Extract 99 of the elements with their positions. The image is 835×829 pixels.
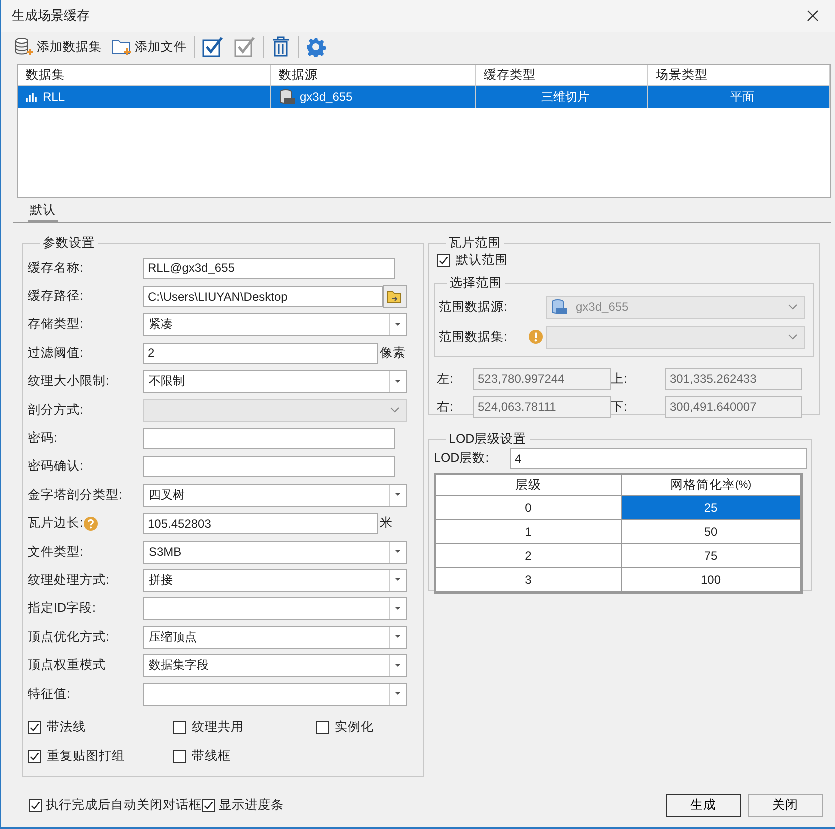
browse-button[interactable] — [383, 285, 407, 308]
window-title: 生成场景缓存 — [12, 7, 90, 25]
field-label: 密码确认: — [28, 458, 84, 476]
dropdown-arrow-icon — [395, 578, 401, 582]
dropdown-arrow-icon — [395, 493, 401, 498]
dropdown-arrow-icon — [395, 550, 401, 554]
checkbox-label: 执行完成后自动关闭对话框 — [46, 797, 202, 814]
field-label: 剖分方式: — [28, 402, 84, 419]
table-cell: 2 — [436, 544, 622, 567]
datasource-icon — [279, 89, 295, 105]
dropdown[interactable]: 不限制 — [143, 370, 407, 394]
field-label: 纹理大小限制: — [28, 373, 110, 390]
dialog-button[interactable]: 生成 — [666, 794, 741, 817]
trash-icon[interactable] — [271, 36, 291, 58]
unit-label: 像素 — [379, 344, 407, 362]
chevron-icon — [788, 304, 798, 310]
field-label: 下: — [611, 398, 628, 416]
table-cell[interactable]: 75 — [622, 544, 801, 567]
dataset-row[interactable]: RLL gx3d_655 三维切片 平面 — [18, 86, 830, 108]
checkbox[interactable] — [202, 799, 215, 812]
dropdown-arrow-icon — [395, 692, 401, 696]
field-label: 指定ID字段: — [28, 600, 96, 618]
field-label: 密码: — [28, 430, 58, 448]
lod-count-field[interactable]: 4 — [510, 448, 807, 469]
dropdown[interactable]: 拼接 — [143, 568, 407, 592]
checkbox-label: 带法线 — [47, 719, 86, 736]
chevron-icon — [788, 334, 798, 340]
dropdown[interactable]: 压缩顶点 — [143, 626, 407, 649]
checkbox[interactable] — [28, 750, 41, 764]
checkbox-label: 默认范围 — [456, 252, 508, 269]
dropdown[interactable]: 紧凑 — [143, 313, 407, 336]
dropdown-arrow-icon — [395, 380, 401, 384]
table-cell: gx3d_655 — [300, 90, 353, 104]
field-label: LOD层数: — [434, 450, 490, 467]
field-label: 过滤阈值: — [28, 344, 84, 362]
datasource-icon — [551, 299, 567, 315]
table-cell: RLL — [43, 90, 66, 104]
checkbox[interactable] — [29, 799, 42, 812]
text-field[interactable] — [143, 456, 395, 478]
database-icon — [14, 37, 34, 57]
add-file-button[interactable]: 添加文件 — [109, 37, 190, 57]
close-icon[interactable] — [807, 10, 819, 22]
checkbox[interactable] — [28, 721, 41, 734]
field-label: 缓存路径: — [28, 288, 84, 306]
field-label: 顶点权重模式 — [28, 657, 106, 674]
field-label: 纹理处理方式: — [28, 572, 110, 589]
field-label: 范围数据集: — [439, 328, 508, 346]
table-cell: 平面 — [648, 86, 830, 108]
field-label: 范围数据源: — [439, 298, 508, 316]
text-field[interactable]: 2 — [143, 342, 378, 364]
field-label: 存储类型: — [28, 316, 84, 334]
dropdown-arrow-icon — [395, 635, 401, 640]
checkbox-label: 实例化 — [335, 719, 374, 736]
add-dataset-button[interactable]: 添加数据集 — [11, 37, 105, 57]
column-header: 层级 — [436, 475, 622, 495]
dropdown[interactable]: 数据集字段 — [143, 654, 407, 678]
dropdown[interactable]: 四叉树 — [143, 484, 407, 507]
dialog-button[interactable]: 关闭 — [748, 794, 823, 817]
field-label: 文件类型: — [28, 544, 84, 561]
field-label: 特征值: — [28, 686, 70, 703]
dropdown-arrow-icon — [395, 664, 401, 668]
dropdown[interactable]: S3MB — [143, 540, 407, 564]
group-title: LOD层级设置 — [448, 431, 528, 448]
field-label: 金字塔剖分类型: — [28, 486, 122, 504]
path-field[interactable]: C:\Users\LIUYAN\Desktop — [143, 286, 383, 308]
field-label: 瓦片边长: — [28, 515, 84, 532]
text-field[interactable] — [143, 428, 395, 450]
table-cell[interactable]: 25 — [622, 496, 801, 519]
checkbox-label: 带线框 — [192, 748, 231, 766]
group-title: 选择范围 — [449, 275, 503, 292]
field-label: 顶点优化方式: — [28, 628, 110, 646]
table-cell: 3 — [436, 568, 622, 591]
text-field[interactable]: 105.452803 — [143, 513, 378, 534]
field-label: 缓存名称: — [28, 260, 84, 277]
settings-icon[interactable] — [306, 37, 326, 57]
table-cell[interactable]: 50 — [622, 520, 801, 543]
dropdown-arrow-icon — [395, 606, 401, 611]
checkbox[interactable] — [173, 721, 186, 734]
field-label: 右: — [437, 398, 454, 416]
field-label: 左: — [437, 370, 454, 388]
group-title: 参数设置 — [42, 235, 96, 252]
checkbox-label: 纹理共用 — [192, 719, 244, 736]
checkbox[interactable] — [173, 750, 186, 764]
table-cell: 1 — [436, 520, 622, 543]
table-cell[interactable]: 100 — [622, 568, 801, 591]
chevron-icon — [390, 407, 400, 414]
checkbox[interactable] — [316, 721, 329, 734]
checkbox[interactable] — [437, 254, 450, 267]
text-field[interactable]: RLL@gx3d_655 — [143, 258, 395, 279]
unit-label: 米 — [379, 515, 394, 532]
chart-icon — [26, 91, 38, 103]
checkbox-label: 显示进度条 — [219, 797, 284, 814]
checkbox-label: 重复贴图打组 — [47, 748, 125, 766]
field-label: 上: — [611, 370, 628, 388]
tab[interactable]: 默认 — [28, 202, 58, 222]
group-title: 瓦片范围 — [448, 235, 502, 252]
table-cell: 三维切片 — [476, 86, 648, 108]
folder-icon — [387, 290, 403, 304]
dropdown-arrow-icon — [395, 322, 401, 327]
